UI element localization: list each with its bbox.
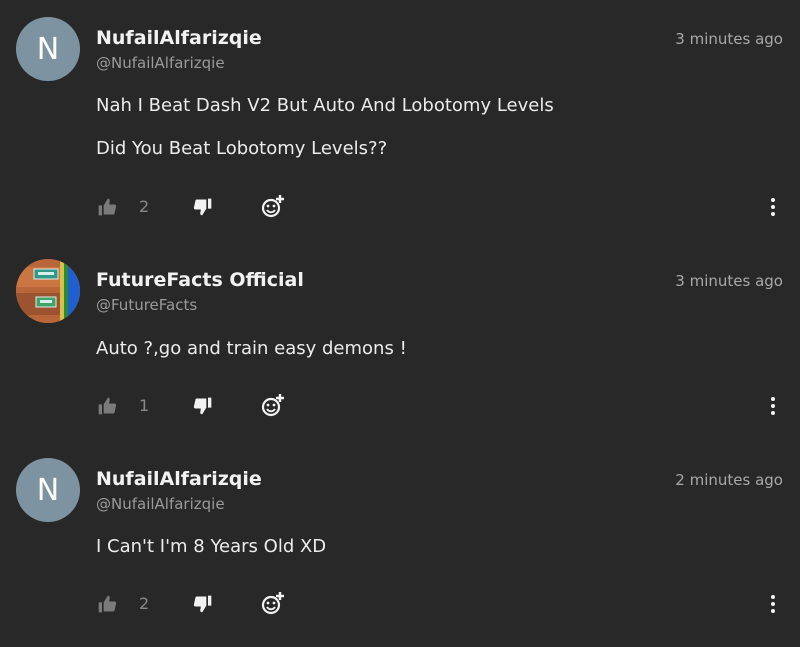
comment-author[interactable]: NufailAlfarizqie	[96, 468, 262, 490]
comment-text-line: Nah I Beat Dash V2 But Auto And Lobotomy…	[96, 95, 554, 116]
thumbs-up-icon	[98, 198, 117, 216]
add-reaction-icon	[261, 394, 284, 417]
like-count: 2	[139, 197, 150, 216]
more-vertical-icon	[771, 198, 775, 216]
thumbs-down-icon	[193, 198, 212, 216]
thumbs-down-icon	[193, 595, 212, 613]
dislike-button[interactable]	[193, 197, 213, 217]
dislike-button[interactable]	[193, 396, 213, 416]
react-button[interactable]	[260, 590, 286, 616]
comment-list: N NufailAlfarizqie @NufailAlfarizqie 3 m…	[0, 0, 800, 647]
avatar-letter: N	[36, 473, 60, 508]
react-button[interactable]	[260, 392, 286, 418]
add-reaction-icon	[261, 195, 284, 218]
like-button[interactable]	[97, 396, 117, 416]
react-button[interactable]	[260, 193, 286, 219]
more-vertical-icon	[771, 397, 775, 415]
comment-handle[interactable]: @NufailAlfarizqie	[96, 54, 225, 72]
comment-actions: 2	[0, 195, 800, 221]
comment-handle[interactable]: @NufailAlfarizqie	[96, 495, 225, 513]
comment-text-line: Did You Beat Lobotomy Levels??	[96, 138, 388, 159]
comment-timestamp: 2 minutes ago	[675, 471, 783, 489]
add-reaction-icon	[261, 592, 284, 615]
comment-text-line: I Can't I'm 8 Years Old XD	[96, 536, 327, 557]
thumbs-down-icon	[193, 397, 212, 415]
like-button[interactable]	[97, 197, 117, 217]
comment-timestamp: 3 minutes ago	[675, 272, 783, 290]
like-count: 1	[139, 396, 150, 415]
avatar[interactable]: N	[16, 17, 80, 81]
more-vertical-icon	[771, 595, 775, 613]
comment-timestamp: 3 minutes ago	[675, 30, 783, 48]
comment-actions: 2	[0, 592, 800, 618]
like-count: 2	[139, 594, 150, 613]
game-thumbnail-avatar	[16, 259, 80, 323]
avatar[interactable]	[16, 259, 80, 323]
avatar-letter: N	[36, 32, 60, 67]
thumbs-up-icon	[98, 397, 117, 415]
avatar[interactable]: N	[16, 458, 80, 522]
more-options-button[interactable]	[764, 395, 782, 417]
like-button[interactable]	[97, 594, 117, 614]
comment-text-line: Auto ?,go and train easy demons !	[96, 338, 407, 359]
more-options-button[interactable]	[764, 196, 782, 218]
comment-author[interactable]: FutureFacts Official	[96, 269, 304, 291]
comment-author[interactable]: NufailAlfarizqie	[96, 27, 262, 49]
thumbs-up-icon	[98, 595, 117, 613]
dislike-button[interactable]	[193, 594, 213, 614]
comment-actions: 1	[0, 394, 800, 420]
more-options-button[interactable]	[764, 593, 782, 615]
comment-handle[interactable]: @FutureFacts	[96, 296, 197, 314]
